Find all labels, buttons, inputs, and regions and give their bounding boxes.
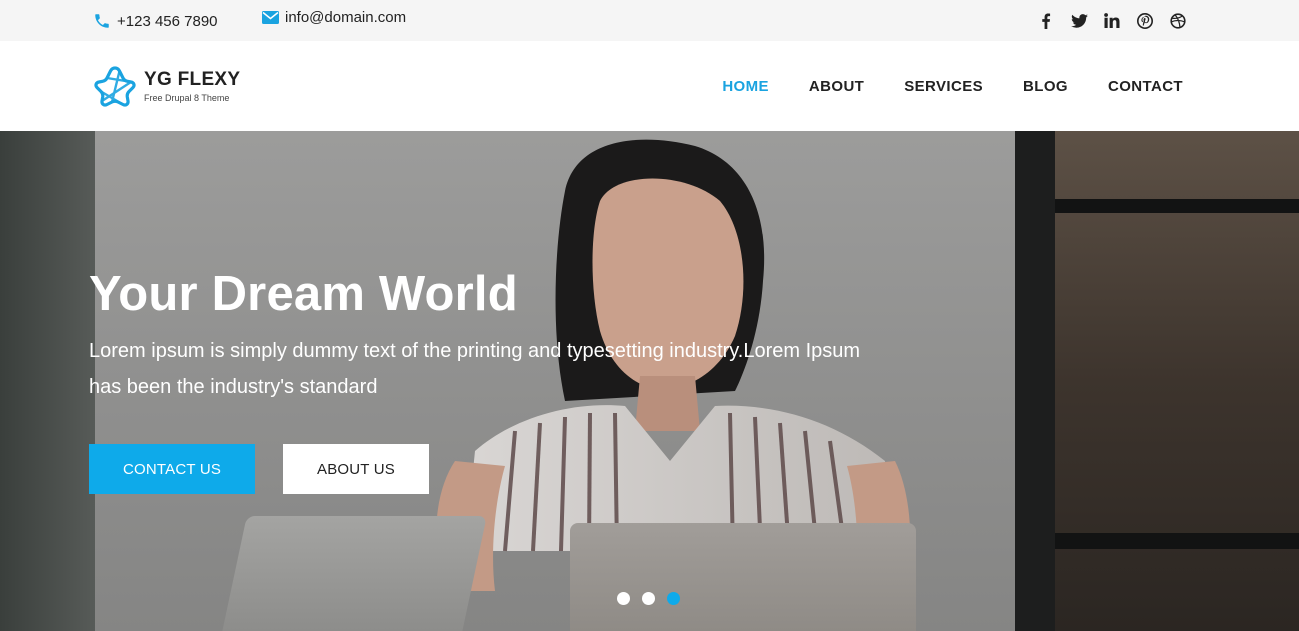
laptop-right	[570, 523, 916, 631]
logo-subtitle: Free Drupal 8 Theme	[144, 92, 230, 103]
facebook-icon[interactable]	[1037, 12, 1055, 30]
site-logo[interactable]: YG FLEXY Free Drupal 8 Theme	[93, 64, 240, 108]
hero-background-door	[1015, 131, 1055, 631]
window-frame	[1055, 199, 1299, 213]
nav-about[interactable]: ABOUT	[809, 78, 864, 95]
slider-dot-1[interactable]	[617, 592, 630, 605]
social-links	[1037, 0, 1187, 41]
top-bar: +123 456 7890 info@domain.com	[0, 0, 1299, 41]
slider-dot-2[interactable]	[642, 592, 655, 605]
hero-background-left	[0, 131, 95, 631]
pinterest-icon[interactable]	[1136, 12, 1154, 30]
nav-blog[interactable]: BLOG	[1023, 78, 1068, 95]
nav-home[interactable]: HOME	[722, 78, 769, 95]
email-address: info@domain.com	[285, 9, 407, 26]
logo-title: YG FLEXY	[144, 68, 241, 90]
nav-services[interactable]: SERVICES	[904, 78, 983, 95]
contact-us-button[interactable]: CONTACT US	[89, 444, 255, 494]
phone-number: +123 456 7890	[117, 13, 218, 30]
star-logo-icon	[93, 64, 137, 108]
slider-dots	[617, 592, 680, 605]
nav-contact[interactable]: CONTACT	[1108, 78, 1183, 95]
hero-title: Your Dream World	[89, 267, 518, 321]
envelope-icon	[262, 11, 279, 27]
about-us-button[interactable]: ABOUT US	[283, 444, 429, 494]
laptop-left	[219, 516, 487, 631]
dribbble-icon[interactable]	[1169, 12, 1187, 30]
linkedin-icon[interactable]	[1103, 12, 1121, 30]
hero-description: Lorem ipsum is simply dummy text of the …	[89, 340, 861, 398]
slider-dot-3[interactable]	[667, 592, 680, 605]
site-header: YG FLEXY Free Drupal 8 Theme HOME ABOUT …	[0, 41, 1299, 131]
phone-contact[interactable]: +123 456 7890	[93, 0, 218, 41]
twitter-icon[interactable]	[1070, 12, 1088, 30]
window-frame	[1055, 533, 1299, 549]
hero-slider: Your Dream World Lorem ipsum is simply d…	[0, 131, 1299, 631]
email-contact[interactable]: info@domain.com	[262, 0, 406, 41]
phone-icon	[93, 12, 111, 30]
main-nav: HOME ABOUT SERVICES BLOG CONTACT	[682, 41, 1183, 131]
